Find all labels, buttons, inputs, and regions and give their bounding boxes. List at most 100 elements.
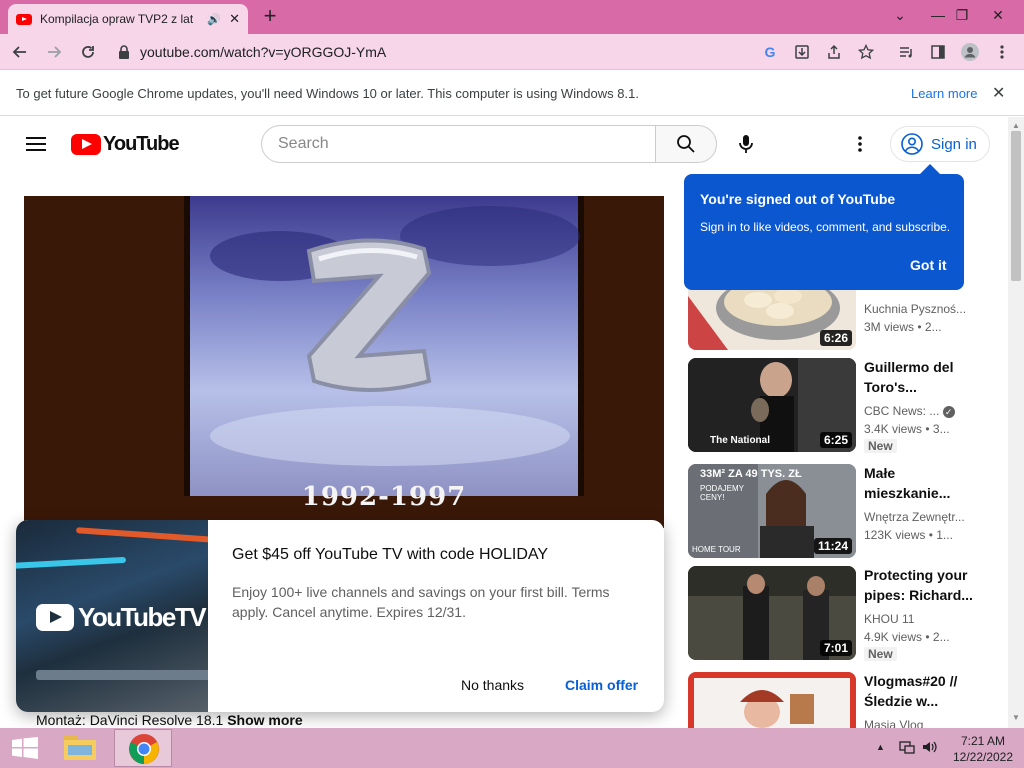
video-thumbnail[interactable]: The National 6:25: [688, 358, 856, 452]
no-thanks-button[interactable]: No thanks: [461, 677, 524, 693]
clock-date: 12/22/2022: [952, 750, 1014, 764]
video-channel[interactable]: Kuchnia Pysznoś...: [864, 300, 974, 318]
video-thumbnail[interactable]: 33M² ZA 49 TYS. ZŁ PODAJEMY CENY! HOME T…: [688, 464, 856, 558]
clock-time: 7:21 AM: [960, 734, 1006, 748]
video-age: 3...: [932, 422, 950, 436]
back-arrow-icon[interactable]: [8, 40, 32, 64]
search-icon: [677, 135, 695, 153]
network-icon[interactable]: [899, 740, 915, 759]
tooltip-title: You're signed out of YouTube: [700, 191, 896, 207]
learn-more-link[interactable]: Learn more: [911, 86, 977, 101]
video-thumbnail[interactable]: 7:01: [688, 566, 856, 660]
thumbnail-caption: The National: [710, 435, 771, 446]
video-thumbnail[interactable]: [688, 672, 856, 728]
bookmark-star-icon[interactable]: [856, 42, 876, 62]
video-overlay-years: 1992-1997: [301, 482, 467, 512]
speaker-icon[interactable]: 🔊: [207, 13, 221, 26]
install-app-icon[interactable]: [792, 42, 812, 62]
video-stats: 3.4K views • 3...: [864, 422, 950, 436]
forward-arrow-icon[interactable]: [42, 40, 66, 64]
side-panel-icon[interactable]: [928, 42, 948, 62]
youtube-favicon-icon: [16, 13, 32, 25]
tab-close-icon[interactable]: ✕: [229, 11, 240, 27]
video-duration: 6:25: [819, 432, 852, 448]
video-stats: 3M views • 2...: [864, 320, 942, 334]
voice-search-button[interactable]: [727, 125, 765, 163]
hamburger-menu-icon[interactable]: [26, 136, 46, 157]
search-input[interactable]: Search: [261, 125, 655, 163]
maximize-button[interactable]: ❐: [942, 0, 982, 30]
video-views: 3M views: [864, 320, 915, 334]
video-duration: 7:01: [819, 640, 852, 656]
browser-tab[interactable]: Kompilacja opraw TVP2 z lat 🔊 ✕: [8, 4, 248, 34]
video-title[interactable]: Guillermo del Toro's...: [864, 357, 974, 397]
video-stats: 4.9K views • 2...: [864, 630, 950, 644]
file-explorer-icon[interactable]: [62, 732, 102, 766]
show-hidden-icons-icon[interactable]: ▲: [876, 742, 885, 752]
video-views: 3.4K views: [864, 422, 923, 436]
video-age: 2...: [924, 320, 942, 334]
google-translate-icon[interactable]: G: [760, 42, 780, 62]
tab-title: Kompilacja opraw TVP2 z lat: [40, 12, 194, 26]
account-icon: [901, 133, 923, 155]
chrome-icon: [129, 734, 159, 764]
video-age: 1...: [936, 528, 953, 542]
thumbnail-corner-label: HOME TOUR: [692, 545, 741, 554]
update-infobar: To get future Google Chrome updates, you…: [0, 70, 1024, 116]
microphone-icon: [739, 135, 753, 153]
windows-start-icon[interactable]: [12, 737, 38, 764]
video-duration: 11:24: [813, 538, 852, 554]
video-channel[interactable]: Masia Vlog: [864, 716, 974, 728]
chrome-menu-icon[interactable]: [992, 42, 1012, 62]
url-text: youtube.com/watch?v=yORGGOJ-YmA: [140, 44, 387, 60]
video-channel[interactable]: KHOU 11: [864, 610, 974, 628]
new-badge: New: [864, 439, 897, 453]
sign-in-button[interactable]: Sign in: [890, 126, 990, 162]
tvp2-z-logo-icon: [306, 238, 432, 392]
youtube-tv-logo-text: YouTubeTV: [78, 602, 207, 632]
infobar-close-icon[interactable]: ✕: [992, 83, 1005, 103]
show-more-link[interactable]: Show more: [227, 712, 302, 728]
promo-body: Enjoy 100+ live channels and savings on …: [232, 584, 610, 620]
page-scrollbar[interactable]: ▲ ▼: [1008, 117, 1024, 728]
search-button[interactable]: [655, 125, 717, 163]
media-controls-icon[interactable]: [896, 42, 916, 62]
youtube-tv-promo-image: YouTubeTV: [16, 520, 208, 712]
new-badge: New: [864, 647, 897, 661]
youtube-tv-promo-dialog: YouTubeTV Get $45 off YouTube TV with co…: [16, 520, 664, 712]
youtube-logo[interactable]: YouTube: [71, 133, 180, 156]
tooltip-body: Sign in to like videos, comment, and sub…: [700, 220, 951, 234]
description-text: Montaż: DaVinci Resolve 18.1: [36, 712, 224, 728]
volume-icon[interactable]: [922, 740, 938, 759]
claim-offer-button[interactable]: Claim offer: [565, 677, 638, 693]
video-title[interactable]: Małe mieszkanie...: [864, 463, 974, 503]
new-tab-button[interactable]: +: [258, 4, 282, 30]
scrollbar-thumb[interactable]: [1011, 131, 1021, 281]
video-stats: 123K views • 1...: [864, 528, 953, 542]
verified-check-icon: ✓: [942, 406, 955, 418]
chrome-taskbar-button[interactable]: [114, 729, 172, 767]
infobar-message: To get future Google Chrome updates, you…: [16, 86, 639, 101]
got-it-button[interactable]: Got it: [910, 257, 947, 273]
share-icon[interactable]: [824, 42, 844, 62]
video-player[interactable]: 1992-1997: [24, 196, 664, 528]
scroll-up-arrow-icon[interactable]: ▲: [1012, 121, 1020, 130]
youtube-logo-text: YouTube: [103, 133, 180, 155]
scroll-down-arrow-icon[interactable]: ▼: [1012, 713, 1020, 722]
tab-search-icon[interactable]: ⌄: [880, 0, 920, 30]
reload-icon[interactable]: [76, 40, 100, 64]
signed-out-tooltip: You're signed out of YouTube Sign in to …: [684, 164, 964, 290]
promo-title: Get $45 off YouTube TV with code HOLIDAY: [232, 546, 549, 563]
video-title[interactable]: Vlogmas#20 // Śledzie w...: [864, 671, 974, 711]
video-channel[interactable]: Wnętrza Zewnętr...: [864, 508, 974, 526]
taskbar-clock[interactable]: 7:21 AM 12/22/2022: [952, 733, 1014, 765]
video-duration: 6:26: [819, 330, 852, 346]
video-title[interactable]: Protecting your pipes: Richard...: [864, 565, 974, 605]
video-channel[interactable]: CBC News: ... ✓: [864, 402, 974, 420]
video-description: Montaż: DaVinci Resolve 18.1 Show more: [36, 712, 303, 728]
settings-more-icon[interactable]: [858, 136, 862, 157]
video-age: 2...: [932, 630, 950, 644]
thumbnail-subcaption: PODAJEMY CENY!: [700, 484, 744, 502]
close-window-button[interactable]: ✕: [978, 0, 1018, 30]
profile-avatar-icon[interactable]: [960, 42, 980, 62]
